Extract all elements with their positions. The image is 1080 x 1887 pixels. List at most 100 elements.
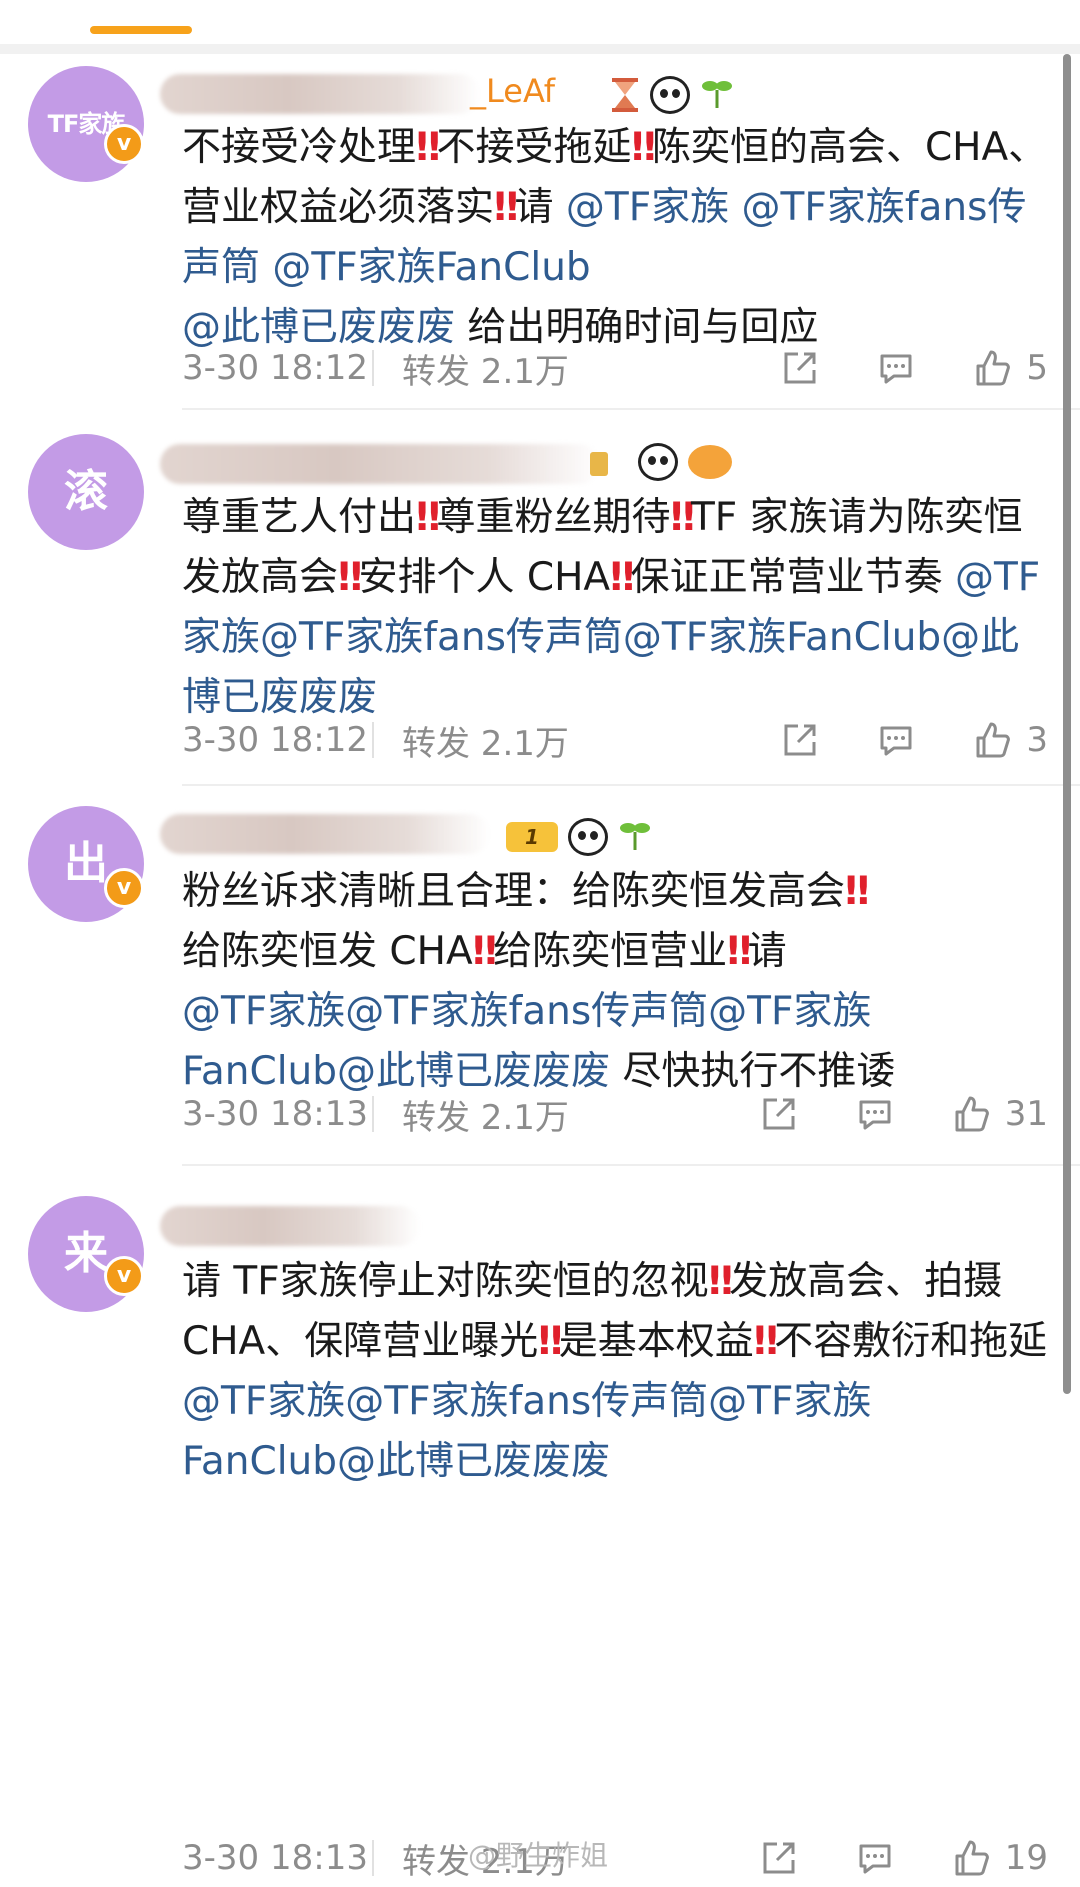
double-exclamation-icon: ‼ (416, 495, 441, 540)
verified-icon: v (104, 1256, 144, 1296)
watermark: @野生炸姐 (468, 1839, 609, 1872)
share-icon[interactable] (780, 720, 820, 760)
username-blurred[interactable] (160, 814, 490, 854)
hourglass-badge-icon (610, 77, 640, 113)
comment-text: 粉丝诉求清晰且合理：给陈奕恒发高会 (182, 869, 846, 914)
comment-icon[interactable] (855, 1094, 895, 1134)
sprout-badge-icon (700, 74, 734, 115)
comment-actions: 31 (703, 1094, 1048, 1134)
username-blurred[interactable] (160, 444, 600, 484)
meta-separator (372, 1840, 374, 1876)
comment-text: 不接受冷处理 (182, 125, 417, 170)
comment-actions: 19 (703, 1838, 1048, 1878)
repost-count[interactable]: 转发 2.1万 (402, 344, 662, 393)
double-exclamation-icon: ‼ (538, 1319, 563, 1364)
repost-count[interactable]: 转发 2.1万 (402, 716, 662, 765)
double-exclamation-icon: ‼ (753, 1319, 779, 1364)
meta-separator (372, 1096, 374, 1132)
comment-body: 粉丝诉求清晰且合理：给陈奕恒发高会‼ 给陈奕恒发 CHA‼给陈奕恒营业‼请 @T… (182, 862, 1052, 1102)
comment-meta: 3-30 18:13 转发 2.1万 31 (182, 1090, 1062, 1139)
avatar[interactable]: 滚 (28, 434, 144, 550)
comment-text: 不接受拖延 (436, 125, 632, 170)
comment-time: 3-30 18:12 (182, 720, 368, 760)
mention-link[interactable]: @TF家族@TF家族fans传声筒@TF家族FanClub@此博已废废废 (182, 1379, 871, 1484)
panda-badge-icon (650, 75, 690, 114)
double-exclamation-icon: ‼ (670, 495, 695, 540)
comment-text (260, 245, 272, 290)
double-exclamation-icon: ‼ (631, 125, 656, 170)
comment-text: 尊重艺人付出 (182, 495, 417, 540)
double-exclamation-icon: ‼ (416, 125, 441, 170)
comment-icon[interactable] (876, 720, 916, 760)
row-divider (182, 408, 1080, 410)
comment-item: TF家族 v _LeAf 不接受冷处理‼不接受拖延‼陈奕恒的高会、CHA、营业权… (0, 54, 1080, 424)
level-badge-icon: 1 (506, 821, 558, 852)
active-tab-indicator (90, 26, 192, 34)
verified-icon: v (104, 868, 144, 908)
comment-text: 请 (747, 929, 787, 974)
share-icon[interactable] (780, 348, 820, 388)
comment-text: 安排个人 CHA (358, 555, 611, 600)
comment-item: 出 v 1 粉丝诉求清晰且合理：给陈奕恒发高会‼ 给陈奕恒发 CHA‼给陈奕恒营… (0, 796, 1080, 1176)
row-divider (182, 1164, 1080, 1166)
share-icon[interactable] (759, 1838, 799, 1878)
avatar-text: 滚 (64, 466, 108, 517)
user-badges (588, 442, 732, 482)
fish-badge-icon (688, 445, 732, 479)
double-exclamation-icon: ‼ (845, 869, 870, 914)
repost-count[interactable]: 转发 2.1万 (402, 1090, 662, 1139)
mention-link[interactable]: @TF家族 (566, 185, 729, 230)
comment-icon[interactable] (876, 348, 916, 388)
avatar-text: 出 (64, 838, 108, 889)
username-blurred[interactable] (160, 74, 480, 114)
comment-actions: 3 (724, 720, 1048, 760)
avatar-text: 来 (64, 1228, 108, 1279)
user-badges: 1 (506, 816, 652, 857)
mention-link[interactable]: @TF家族FanClub (272, 245, 590, 290)
verified-icon: v (104, 124, 144, 164)
username-visible[interactable]: _LeAf (470, 72, 555, 110)
like-count: 5 (1026, 348, 1048, 388)
comment-item: 来 v 请 TF家族停止对陈奕恒的忽视‼发放高会、拍摄 CHA、保障营业曝光‼是… (0, 1176, 1080, 1882)
double-exclamation-icon: ‼ (338, 555, 363, 600)
panda-badge-icon (638, 443, 678, 481)
comment-text: 保证正常营业节奏 (630, 555, 955, 600)
comment-text (729, 185, 741, 230)
comment-meta: 3-30 18:13 转发 2.1万 19 (182, 1836, 1062, 1882)
comment-time: 3-30 18:13 (182, 1094, 368, 1134)
medal-badge-icon (588, 442, 628, 482)
comment-body: 不接受冷处理‼不接受拖延‼陈奕恒的高会、CHA、营业权益必须落实‼请 @TF家族… (182, 118, 1052, 358)
comment-text: 尽快执行不推诿 (610, 1049, 896, 1094)
row-divider (182, 784, 1080, 786)
comment-actions: 5 (724, 348, 1048, 388)
meta-separator (372, 350, 374, 386)
comment-icon[interactable] (855, 1838, 895, 1878)
comment-text: 是基本权益 (558, 1319, 754, 1364)
double-exclamation-icon: ‼ (472, 929, 498, 974)
meta-separator (372, 722, 374, 758)
comment-time: 3-30 18:12 (182, 348, 368, 388)
panda-badge-icon (568, 817, 608, 856)
comment-item: 滚 尊重艺人付出‼尊重粉丝期待‼TF 家族请为陈奕恒发放高会‼安排个人 CHA‼… (0, 424, 1080, 796)
user-badges (610, 74, 734, 115)
username-blurred[interactable] (160, 1206, 420, 1246)
like-icon[interactable] (951, 1094, 991, 1134)
comment-time: 3-30 18:13 (182, 1838, 368, 1878)
comment-text: 请 (514, 185, 566, 230)
like-icon[interactable] (972, 348, 1012, 388)
like-count: 3 (1026, 720, 1048, 760)
double-exclamation-icon: ‼ (494, 185, 519, 230)
comment-body: 尊重艺人付出‼尊重粉丝期待‼TF 家族请为陈奕恒发放高会‼安排个人 CHA‼保证… (182, 488, 1052, 728)
comment-text: 请 TF家族停止对陈奕恒的忽视 (182, 1259, 709, 1304)
comment-meta: 3-30 18:12 转发 2.1万 3 (182, 716, 1062, 765)
top-tab-bar (0, 0, 1080, 44)
like-icon[interactable] (951, 1838, 991, 1878)
double-exclamation-icon: ‼ (610, 555, 635, 600)
sprout-badge-icon (618, 816, 652, 857)
scrollbar[interactable] (1063, 54, 1071, 1394)
double-exclamation-icon: ‼ (708, 1259, 734, 1304)
comment-text: 尊重粉丝期待 (436, 495, 671, 540)
like-count: 31 (1004, 1094, 1048, 1134)
like-icon[interactable] (972, 720, 1012, 760)
share-icon[interactable] (759, 1094, 799, 1134)
